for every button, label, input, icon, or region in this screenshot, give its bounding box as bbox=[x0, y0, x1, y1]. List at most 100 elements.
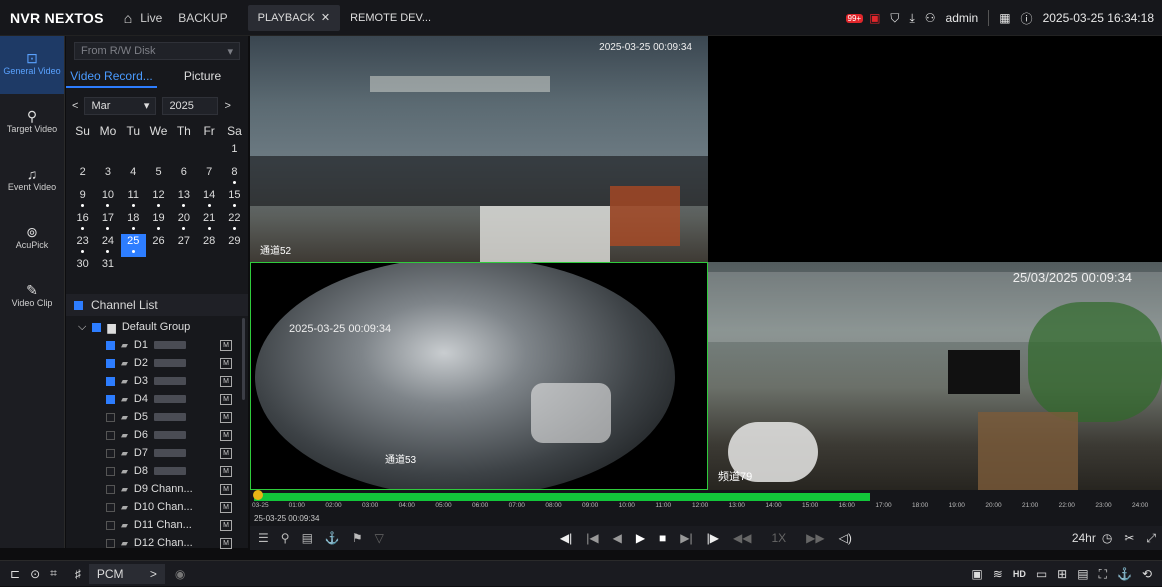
tab-video-record[interactable]: Video Record... bbox=[66, 66, 157, 88]
video-tile-1[interactable]: 2025-03-25 00:09:34 通道52 bbox=[250, 36, 708, 262]
month-select[interactable]: Mar ▾ bbox=[84, 97, 157, 115]
wave-icon[interactable]: ≋ bbox=[993, 567, 1003, 581]
crop-icon[interactable]: ⌗ bbox=[50, 566, 57, 581]
backup-link[interactable]: BACKUP bbox=[178, 11, 227, 25]
refresh-icon[interactable]: ⟲ bbox=[1142, 567, 1152, 581]
calendar-day[interactable]: 11 bbox=[121, 188, 146, 211]
calendar-day[interactable]: 17 bbox=[95, 211, 120, 234]
main-stream-icon[interactable]: M bbox=[220, 429, 232, 441]
main-stream-icon[interactable]: M bbox=[220, 375, 232, 387]
user-icon[interactable]: ⚇ bbox=[925, 11, 936, 25]
main-stream-icon[interactable]: M bbox=[220, 537, 232, 549]
calendar-day[interactable]: 21 bbox=[196, 211, 221, 234]
record-icon[interactable]: ⊙ bbox=[30, 567, 40, 581]
home-icon[interactable]: ⌂ bbox=[124, 10, 132, 26]
tab-remote-dev[interactable]: REMOTE DEV... bbox=[340, 5, 441, 31]
calendar-day[interactable]: 4 bbox=[121, 165, 146, 188]
calendar-day[interactable]: 1 bbox=[222, 142, 247, 165]
calendar-day[interactable]: 22 bbox=[222, 211, 247, 234]
channel-row[interactable]: ▰ D9 Chann... M bbox=[66, 480, 248, 498]
main-stream-icon[interactable]: M bbox=[220, 465, 232, 477]
stop-icon[interactable]: ■ bbox=[659, 531, 666, 545]
range-label[interactable]: 24hr bbox=[1072, 531, 1096, 545]
nav-video-clip[interactable]: ✎ Video Clip bbox=[0, 268, 64, 326]
tab-picture[interactable]: Picture bbox=[157, 66, 248, 88]
nav-acupick[interactable]: ⊚ AcuPick bbox=[0, 210, 64, 268]
calendar-day[interactable]: 18 bbox=[121, 211, 146, 234]
fast-icon[interactable]: ▶▶ bbox=[806, 531, 824, 545]
shield-icon[interactable]: ⛉ bbox=[890, 11, 899, 26]
group-checkbox[interactable] bbox=[92, 322, 102, 332]
channel-row[interactable]: ▰ D1 M bbox=[66, 336, 248, 354]
clock-icon[interactable]: ◷ bbox=[1102, 531, 1112, 545]
play-icon[interactable]: ▶ bbox=[636, 531, 645, 545]
main-stream-icon[interactable]: M bbox=[220, 339, 232, 351]
calendar-day[interactable]: 25 bbox=[120, 234, 146, 257]
channel-row[interactable]: ▰ D11 Chan... M bbox=[66, 516, 248, 534]
calendar-day[interactable]: 7 bbox=[196, 165, 221, 188]
reverse-icon[interactable]: ◀ bbox=[613, 531, 622, 545]
volume-icon[interactable]: ◁) bbox=[839, 531, 852, 545]
channel-checkbox[interactable] bbox=[106, 520, 115, 530]
calendar-day[interactable]: 29 bbox=[222, 234, 247, 257]
channel-row[interactable]: ▰ D5 M bbox=[66, 408, 248, 426]
vehicle-icon[interactable]: ▤ bbox=[302, 531, 313, 545]
channel-row[interactable]: ▰ D12 Chan... M bbox=[66, 534, 248, 550]
calendar-day[interactable]: 3 bbox=[95, 165, 120, 188]
channel-checkbox[interactable] bbox=[106, 376, 115, 386]
main-stream-icon[interactable]: M bbox=[220, 447, 232, 459]
channel-row[interactable]: ▰ D2 M bbox=[66, 354, 248, 372]
person-icon[interactable]: ⚲ bbox=[281, 531, 290, 545]
channel-checkbox[interactable] bbox=[106, 430, 115, 440]
qr-icon[interactable]: ▦ bbox=[999, 11, 1010, 25]
calendar-day[interactable]: 5 bbox=[146, 165, 171, 188]
video-tile-4[interactable]: 25/03/2025 00:09:34 频道79 bbox=[708, 262, 1162, 490]
list-icon[interactable]: ☰ bbox=[258, 531, 269, 545]
step-back-icon[interactable]: ◀| bbox=[560, 531, 572, 545]
playhead[interactable] bbox=[253, 490, 263, 500]
calendar-day[interactable]: 2 bbox=[70, 165, 95, 188]
slow-icon[interactable]: ◀◀ bbox=[733, 531, 751, 545]
main-stream-icon[interactable]: M bbox=[220, 483, 232, 495]
tag-icon[interactable]: ⚑ bbox=[352, 531, 363, 545]
calendar-day[interactable]: 12 bbox=[146, 188, 171, 211]
audio-select[interactable]: PCM > bbox=[88, 563, 165, 584]
calendar-day[interactable]: 14 bbox=[196, 188, 221, 211]
channel-checkbox[interactable] bbox=[106, 340, 115, 350]
channel-checkbox[interactable] bbox=[106, 448, 115, 458]
smart-search-icon[interactable]: ⚓ bbox=[325, 531, 340, 545]
channel-checkbox[interactable] bbox=[106, 358, 115, 368]
main-stream-icon[interactable]: M bbox=[220, 501, 232, 513]
nav-general-video[interactable]: ⊡ General Video bbox=[0, 36, 64, 94]
hd-icon[interactable]: HD bbox=[1013, 569, 1026, 579]
filter-icon[interactable]: ▽ bbox=[375, 531, 384, 545]
prev-month-icon[interactable]: < bbox=[72, 100, 78, 112]
prev-frame-icon[interactable]: |◀ bbox=[586, 531, 598, 545]
channel-row[interactable]: ▰ D3 M bbox=[66, 372, 248, 390]
chevron-down-icon[interactable]: ⌵ bbox=[78, 321, 86, 334]
main-stream-icon[interactable]: M bbox=[220, 393, 232, 405]
grid-icon[interactable]: ⊞ bbox=[1057, 567, 1067, 581]
calendar-day[interactable]: 16 bbox=[70, 211, 95, 234]
calendar-day[interactable]: 9 bbox=[70, 188, 95, 211]
channel-row[interactable]: ▰ D6 M bbox=[66, 426, 248, 444]
channel-row[interactable]: ▰ D4 M bbox=[66, 390, 248, 408]
chat-icon[interactable]: ▤ bbox=[1077, 567, 1088, 581]
channel-checkbox[interactable] bbox=[106, 394, 115, 404]
channel-checkbox[interactable] bbox=[106, 484, 115, 494]
calendar-day[interactable]: 27 bbox=[171, 234, 196, 257]
calendar-day[interactable]: 13 bbox=[171, 188, 196, 211]
next-month-icon[interactable]: > bbox=[224, 100, 230, 112]
year-select[interactable]: 2025 bbox=[162, 97, 219, 115]
channel-checkbox[interactable] bbox=[106, 412, 115, 422]
tab-playback[interactable]: PLAYBACK ✕ bbox=[247, 4, 341, 31]
calendar-day[interactable]: 6 bbox=[171, 165, 196, 188]
radio-icon[interactable]: ◉ bbox=[175, 567, 185, 581]
calendar-day[interactable]: 10 bbox=[95, 188, 120, 211]
calendar-day[interactable]: 23 bbox=[70, 234, 95, 257]
group-row[interactable]: ⌵ ▆ Default Group bbox=[66, 318, 248, 336]
calendar-day[interactable]: 24 bbox=[95, 234, 120, 257]
video-tile-2-empty[interactable] bbox=[708, 36, 1162, 262]
microphone-icon[interactable]: ♯ bbox=[75, 567, 81, 581]
window-icon[interactable]: ▭ bbox=[1036, 567, 1047, 581]
